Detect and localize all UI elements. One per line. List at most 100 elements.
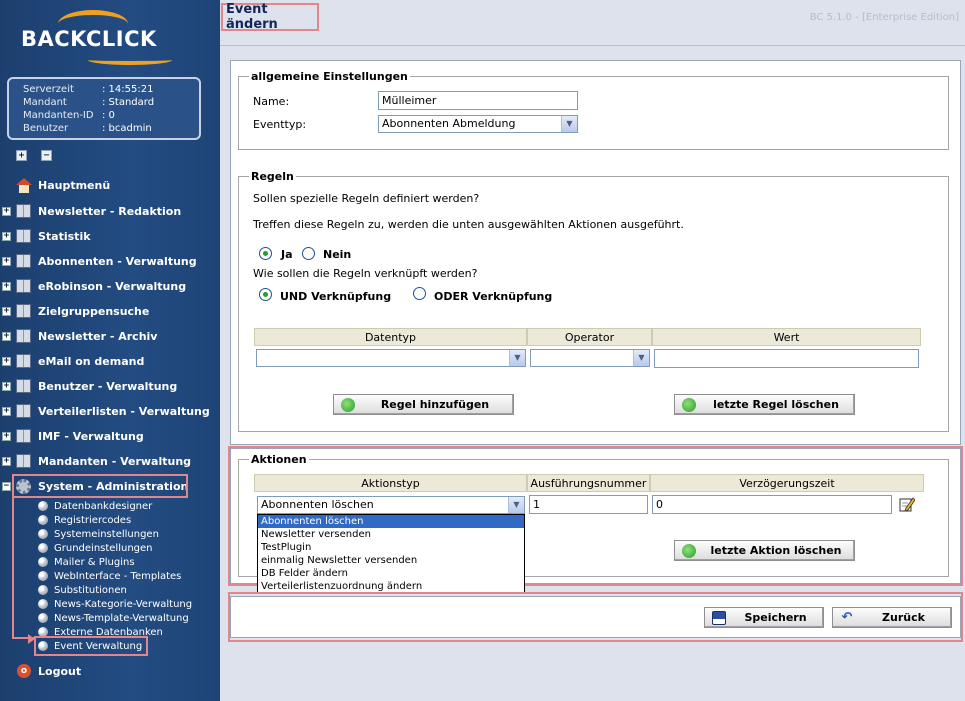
sub-item-event-verwaltung[interactable]: Event Verwaltung <box>38 639 142 653</box>
nav-item-email-on-demand[interactable]: + eMail on demand <box>0 351 144 371</box>
action-type-select[interactable]: Abonnenten löschen ▼ <box>257 496 525 514</box>
sub-item-substitutionen[interactable]: Substitutionen <box>38 583 127 597</box>
eventtype-select[interactable]: Abonnenten Abmeldung ▼ <box>378 115 578 133</box>
sub-item-registriercodes[interactable]: Registriercodes <box>38 513 131 527</box>
expand-icon[interactable]: + <box>2 231 11 241</box>
nav-label: Zielgruppensuche <box>38 304 150 318</box>
bullet-icon <box>38 501 48 511</box>
dropdown-option[interactable]: Verteilerlistenzuordnung ändern <box>258 580 524 593</box>
expand-icon[interactable]: + <box>2 281 11 291</box>
delete-last-action-button[interactable]: letzte Aktion löschen <box>674 540 855 561</box>
info-row-servertime: Serverzeit: 14:55:21 <box>23 83 199 96</box>
nav-item-system-administration[interactable]: − System - Administration <box>0 476 188 496</box>
sub-label: Externe Datenbanken <box>54 626 163 638</box>
nav-item-verteilerlisten-verwaltung[interactable]: + Verteilerlisten - Verwaltung <box>0 401 210 421</box>
dropdown-option[interactable]: Newsletter versenden <box>258 528 524 541</box>
nav-label: eMail on demand <box>38 354 145 368</box>
sub-label: WebInterface - Templates <box>54 570 182 582</box>
delete-last-rule-button[interactable]: letzte Regel löschen <box>674 394 855 415</box>
rule-wert-input[interactable] <box>654 349 919 368</box>
actions-legend: Aktionen <box>251 453 307 466</box>
name-input[interactable] <box>378 91 578 110</box>
nav-item-logout[interactable]: o Logout <box>0 661 81 681</box>
bullet-icon <box>38 543 48 553</box>
nav-item-benutzer-verwaltung[interactable]: + Benutzer - Verwaltung <box>0 376 177 396</box>
button-label: letzte Regel löschen <box>713 398 839 411</box>
rules-legend: Regeln <box>251 170 294 183</box>
expand-icon[interactable]: + <box>2 456 11 466</box>
or-link-label: ODER Verknüpfung <box>434 290 553 303</box>
and-link-radio[interactable] <box>259 288 272 301</box>
sub-item-mailer-plugins[interactable]: Mailer & Plugins <box>38 555 135 569</box>
expand-icon[interactable]: + <box>2 406 11 416</box>
nav-item-mandanten-verwaltung[interactable]: + Mandanten - Verwaltung <box>0 451 191 471</box>
action-type-dropdown-list[interactable]: Abonnenten löschen Newsletter versenden … <box>257 514 525 594</box>
gear-icon <box>16 478 31 494</box>
chevron-down-icon: ▼ <box>508 497 524 513</box>
logo-swoosh-bottom <box>88 55 172 65</box>
and-link-label: UND Verknüpfung <box>280 290 392 303</box>
rules-no-radio[interactable] <box>302 247 315 260</box>
nav-label: eRobinson - Verwaltung <box>38 279 187 293</box>
nav-item-abonnenten-verwaltung[interactable]: + Abonnenten - Verwaltung <box>0 251 197 271</box>
action-number-input[interactable] <box>529 495 648 514</box>
expand-icon[interactable]: + <box>2 381 11 391</box>
info-row-mandant-id: Mandanten-ID: 0 <box>23 109 199 122</box>
nav-item-erobinson-verwaltung[interactable]: + eRobinson - Verwaltung <box>0 276 186 296</box>
chevron-down-icon: ▼ <box>633 350 649 366</box>
dropdown-option[interactable]: TestPlugin <box>258 541 524 554</box>
rule-operator-select[interactable]: ▼ <box>530 349 650 367</box>
collapse-all-button[interactable]: − <box>41 150 52 161</box>
edit-icon[interactable] <box>899 496 915 512</box>
collapse-icon[interactable]: − <box>2 481 11 491</box>
expand-icon[interactable]: + <box>2 306 11 316</box>
dropdown-option[interactable]: Abonnenten löschen <box>258 515 524 528</box>
nav-item-newsletter-redaktion[interactable]: + Newsletter - Redaktion <box>0 201 181 221</box>
sub-item-news-kategorie-verwaltung[interactable]: News-Kategorie-Verwaltung <box>38 597 192 611</box>
expand-icon[interactable]: + <box>2 206 11 216</box>
info-row-user: Benutzer: bcadmin <box>23 122 199 135</box>
sub-item-systemeinstellungen[interactable]: Systemeinstellungen <box>38 527 159 541</box>
sub-item-datenbankdesigner[interactable]: Datenbankdesigner <box>38 499 152 513</box>
expand-icon[interactable]: + <box>2 256 11 266</box>
rule-datentyp-select[interactable]: ▼ <box>256 349 526 367</box>
actions-col-ausfuehrungsnummer: Ausführungsnummer <box>527 474 650 492</box>
book-icon <box>16 204 31 218</box>
nav-item-statistik[interactable]: + Statistik <box>0 226 91 246</box>
page-title: Event ändern <box>221 2 319 32</box>
rules-yes-radio[interactable] <box>259 247 272 260</box>
sub-item-externe-datenbanken[interactable]: Externe Datenbanken <box>38 625 163 639</box>
sub-item-grundeinstellungen[interactable]: Grundeinstellungen <box>38 541 153 555</box>
nav-item-imf-verwaltung[interactable]: + IMF - Verwaltung <box>0 426 144 446</box>
sub-label: Grundeinstellungen <box>54 542 153 554</box>
info-key: Mandanten-ID <box>23 110 94 121</box>
sub-item-webinterface-templates[interactable]: WebInterface - Templates <box>38 569 181 583</box>
sub-label: Event Verwaltung <box>54 640 143 652</box>
nav-label: Logout <box>38 664 82 678</box>
action-delay-input[interactable] <box>652 495 892 514</box>
book-icon <box>16 354 31 368</box>
save-button[interactable]: Speichern <box>704 607 824 628</box>
logout-icon: o <box>17 664 31 678</box>
expand-all-button[interactable]: + <box>16 150 27 161</box>
dropdown-option[interactable]: DB Felder ändern <box>258 567 524 580</box>
nav-item-hauptmenue[interactable]: Hauptmenü <box>0 175 110 195</box>
nav-item-newsletter-archiv[interactable]: + Newsletter - Archiv <box>0 326 157 346</box>
expand-icon[interactable]: + <box>2 331 11 341</box>
expand-icon[interactable]: + <box>2 431 11 441</box>
or-link-radio[interactable] <box>413 287 426 300</box>
book-icon <box>16 379 31 393</box>
bullet-icon <box>38 585 48 595</box>
add-rule-button[interactable]: Regel hinzufügen <box>333 394 514 415</box>
expand-icon[interactable]: + <box>2 356 11 366</box>
bullet-icon <box>38 529 48 539</box>
nav-label: Newsletter - Redaktion <box>38 204 182 218</box>
nav-item-zielgruppensuche[interactable]: + Zielgruppensuche <box>0 301 149 321</box>
info-key: Serverzeit <box>23 84 74 95</box>
back-button[interactable]: ↶ Zurück <box>832 607 952 628</box>
bullet-icon <box>38 557 48 567</box>
dropdown-option[interactable]: einmalig Newsletter versenden <box>258 554 524 567</box>
sub-item-news-template-verwaltung[interactable]: News-Template-Verwaltung <box>38 611 189 625</box>
rules-question: Sollen spezielle Regeln definiert werden… <box>253 192 480 205</box>
book-icon <box>16 404 31 418</box>
